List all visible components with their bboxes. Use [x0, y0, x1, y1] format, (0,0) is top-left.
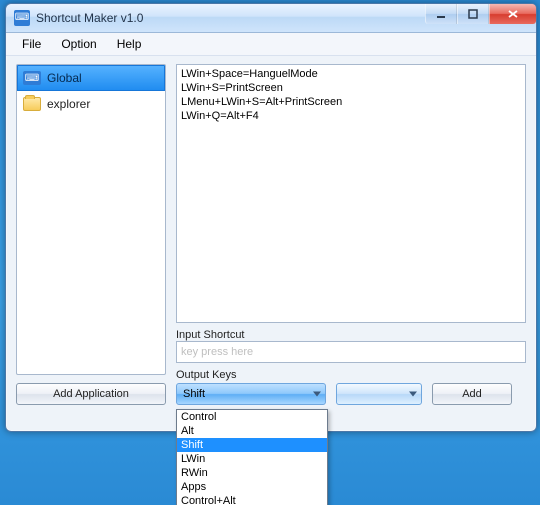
app-icon: [14, 10, 30, 26]
add-application-button[interactable]: Add Application: [16, 383, 166, 405]
key-combo[interactable]: [336, 383, 422, 405]
input-shortcut-label: Input Shortcut: [176, 329, 526, 341]
menubar: File Option Help: [6, 33, 536, 56]
minimize-button[interactable]: [425, 4, 457, 24]
window-body: Global explorer Add Application LWin+Spa…: [6, 56, 536, 415]
menu-option[interactable]: Option: [53, 35, 104, 53]
menu-help[interactable]: Help: [109, 35, 150, 53]
add-button[interactable]: Add: [432, 383, 512, 405]
desktop-background: Shortcut Maker v1.0 File Option: [0, 0, 540, 505]
dropdown-option[interactable]: RWin: [177, 466, 327, 480]
modifier-combo-value: Shift: [183, 388, 205, 400]
input-shortcut-field[interactable]: [176, 341, 526, 363]
modifier-combo[interactable]: Shift: [176, 383, 326, 405]
chevron-down-icon: [409, 392, 417, 397]
add-button-label: Add: [462, 388, 482, 400]
maximize-button[interactable]: [457, 4, 489, 24]
menu-file[interactable]: File: [14, 35, 49, 53]
window-title: Shortcut Maker v1.0: [36, 11, 425, 25]
dropdown-option[interactable]: Apps: [177, 480, 327, 494]
dropdown-option[interactable]: Control+Alt: [177, 494, 327, 505]
dropdown-option[interactable]: Alt: [177, 424, 327, 438]
app-list-item-global[interactable]: Global: [17, 65, 165, 91]
output-row: Shift Add: [176, 383, 526, 405]
app-list-item-label: explorer: [47, 97, 90, 111]
chevron-down-icon: [313, 392, 321, 397]
output-keys-label: Output Keys: [176, 369, 526, 381]
app-window: Shortcut Maker v1.0 File Option: [5, 3, 537, 432]
right-column: LWin+Space=HanguelMode LWin+S=PrintScree…: [176, 64, 526, 405]
window-controls: [425, 4, 536, 32]
keyboard-icon: [23, 71, 41, 85]
folder-icon: [23, 97, 41, 111]
application-list[interactable]: Global explorer: [16, 64, 166, 375]
dropdown-option[interactable]: LWin: [177, 452, 327, 466]
dropdown-option[interactable]: Control: [177, 410, 327, 424]
left-column: Global explorer Add Application: [16, 64, 166, 405]
shortcut-list-view[interactable]: LWin+Space=HanguelMode LWin+S=PrintScree…: [176, 64, 526, 323]
close-button[interactable]: [489, 4, 536, 24]
titlebar[interactable]: Shortcut Maker v1.0: [6, 4, 536, 33]
close-icon: [507, 9, 519, 19]
app-list-item-explorer[interactable]: explorer: [17, 91, 165, 117]
dropdown-option[interactable]: Shift: [177, 438, 327, 452]
maximize-icon: [468, 9, 478, 19]
add-application-label: Add Application: [53, 388, 129, 400]
modifier-dropdown[interactable]: ControlAltShiftLWinRWinAppsControl+AltCo…: [176, 409, 328, 505]
app-list-item-label: Global: [47, 71, 82, 85]
minimize-icon: [436, 9, 446, 19]
